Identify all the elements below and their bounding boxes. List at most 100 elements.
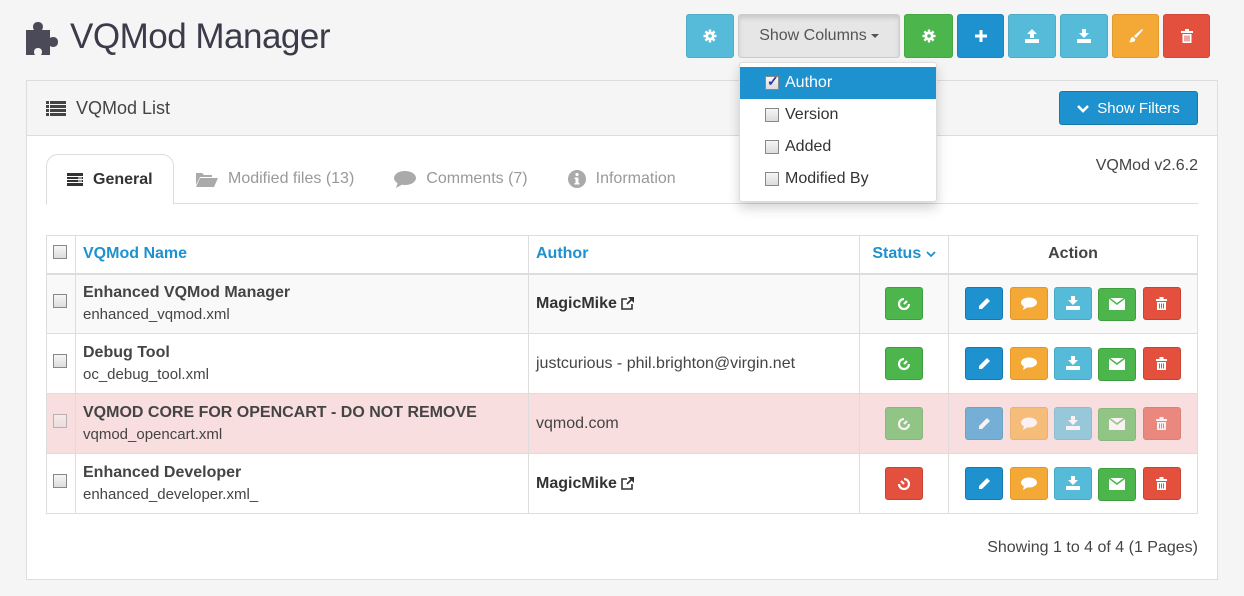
- delete-button[interactable]: [1163, 14, 1210, 58]
- author-cell: MagicMike: [528, 453, 860, 514]
- actions-cell: [948, 273, 1198, 334]
- column-option-version[interactable]: Version: [740, 99, 936, 131]
- column-option-label: Modified By: [785, 170, 869, 187]
- tab-general-label: General: [93, 170, 153, 188]
- upload-icon: [1024, 28, 1040, 44]
- vqmod-version: VQMod v2.6.2: [1095, 157, 1198, 174]
- chevron-down-icon: [1077, 104, 1090, 113]
- show-filters-button[interactable]: Show Filters: [1059, 91, 1198, 125]
- comment-icon: [394, 170, 417, 188]
- email-button[interactable]: [1098, 287, 1137, 321]
- email-button[interactable]: [1098, 407, 1137, 441]
- add-button[interactable]: [957, 14, 1004, 58]
- power-icon: [898, 297, 910, 310]
- actions-cell: [948, 453, 1198, 514]
- row-select-cell: [46, 333, 76, 394]
- status-header-label: Status: [872, 245, 922, 263]
- vqmod-filename: enhanced_vqmod.xml: [83, 306, 230, 324]
- tab-information[interactable]: Information: [548, 154, 696, 204]
- column-version-checkbox[interactable]: [765, 108, 779, 122]
- panel-heading: VQMod List Show Filters: [27, 81, 1217, 136]
- sort-author-link[interactable]: Author: [536, 245, 588, 262]
- trash-icon: [1156, 477, 1168, 490]
- show-columns-label: Show Columns: [759, 27, 867, 44]
- vqmod-filename: vqmod_opencart.xml: [83, 426, 223, 443]
- vqmod-table: VQMod Name Author Status Action Enhanced…: [46, 235, 1198, 514]
- toggle-status-button[interactable]: [885, 347, 923, 380]
- download-button[interactable]: [1054, 286, 1092, 320]
- table-row: Debug Tool oc_debug_tool.xml justcurious…: [46, 333, 1198, 394]
- edit-button[interactable]: [965, 407, 1004, 440]
- email-button[interactable]: [1098, 347, 1137, 381]
- download-button[interactable]: [1054, 346, 1092, 380]
- delete-button[interactable]: [1142, 407, 1181, 440]
- vqmod-name: VQMOD CORE FOR OPENCART - DO NOT REMOVE: [83, 404, 477, 421]
- trash-icon: [1156, 357, 1168, 370]
- comments-button[interactable]: [1009, 347, 1048, 380]
- actions-cell: [948, 333, 1198, 394]
- download-icon: [1066, 296, 1080, 311]
- status-cell: [859, 273, 949, 334]
- tab-comments[interactable]: Comments (7): [374, 154, 547, 204]
- vqmod-filename: oc_debug_tool.xml: [83, 366, 209, 383]
- sort-status-link[interactable]: Status: [872, 245, 936, 263]
- status-cell: [859, 453, 949, 514]
- envelope-icon: [1109, 298, 1126, 311]
- select-all-checkbox[interactable]: [53, 244, 67, 259]
- enable-all-button[interactable]: [904, 14, 953, 58]
- column-modified-by-checkbox[interactable]: [765, 172, 779, 186]
- toggle-status-button[interactable]: [885, 467, 923, 500]
- caret-down-icon: [870, 34, 879, 38]
- column-option-added[interactable]: Added: [740, 131, 936, 163]
- column-added-checkbox[interactable]: [765, 140, 779, 154]
- row-checkbox[interactable]: [53, 414, 67, 428]
- edit-button[interactable]: [965, 467, 1004, 500]
- download-button[interactable]: [1054, 466, 1092, 500]
- sort-name-link[interactable]: VQMod Name: [83, 245, 187, 262]
- tab-modified-files[interactable]: Modified files (13): [174, 154, 374, 204]
- column-option-author[interactable]: Author: [740, 67, 936, 99]
- delete-button[interactable]: [1142, 347, 1181, 380]
- name-cell: Enhanced VQMod Manager enhanced_vqmod.xm…: [75, 273, 529, 334]
- comment-icon: [1020, 357, 1037, 370]
- comments-button[interactable]: [1009, 287, 1048, 321]
- column-author-checkbox[interactable]: [765, 73, 779, 90]
- row-checkbox[interactable]: [53, 294, 67, 309]
- folder-open-icon: [196, 171, 218, 187]
- settings-button[interactable]: [686, 14, 734, 58]
- download-button[interactable]: [1060, 14, 1108, 58]
- row-checkbox[interactable]: [53, 354, 67, 368]
- toggle-status-button[interactable]: [885, 407, 923, 440]
- download-icon: [1066, 476, 1080, 490]
- email-button[interactable]: [1098, 467, 1137, 501]
- row-checkbox[interactable]: [53, 474, 67, 488]
- envelope-icon: [1109, 478, 1126, 490]
- column-option-modified-by[interactable]: Modified By: [740, 163, 936, 195]
- author-cell: justcurious - phil.brighton@virgin.net: [528, 333, 860, 394]
- show-columns-button[interactable]: Show Columns: [738, 14, 900, 58]
- author-link[interactable]: MagicMike: [536, 475, 617, 492]
- pencil-icon: [978, 477, 991, 490]
- envelope-icon: [1109, 358, 1126, 370]
- delete-button[interactable]: [1142, 467, 1181, 500]
- clear-cache-button[interactable]: [1112, 14, 1159, 58]
- status-cell: [859, 333, 949, 394]
- tab-comments-label: Comments (7): [426, 170, 528, 187]
- comments-button[interactable]: [1009, 467, 1048, 500]
- edit-button[interactable]: [965, 287, 1004, 321]
- pagination-info: Showing 1 to 4 of 4 (1 Pages): [987, 539, 1198, 556]
- trash-icon: [1156, 417, 1168, 430]
- select-all-cell: [46, 235, 76, 275]
- external-link-icon[interactable]: [620, 296, 635, 311]
- delete-button[interactable]: [1142, 287, 1181, 321]
- download-button[interactable]: [1054, 406, 1092, 440]
- comment-icon: [1020, 297, 1037, 311]
- upload-button[interactable]: [1008, 14, 1056, 58]
- tab-general[interactable]: General: [46, 154, 174, 205]
- comments-button[interactable]: [1009, 407, 1048, 440]
- col-author-header: Author: [528, 235, 860, 275]
- external-link-icon[interactable]: [620, 476, 635, 491]
- toggle-status-button[interactable]: [885, 287, 923, 321]
- edit-button[interactable]: [965, 347, 1004, 380]
- author-link[interactable]: MagicMike: [536, 295, 617, 312]
